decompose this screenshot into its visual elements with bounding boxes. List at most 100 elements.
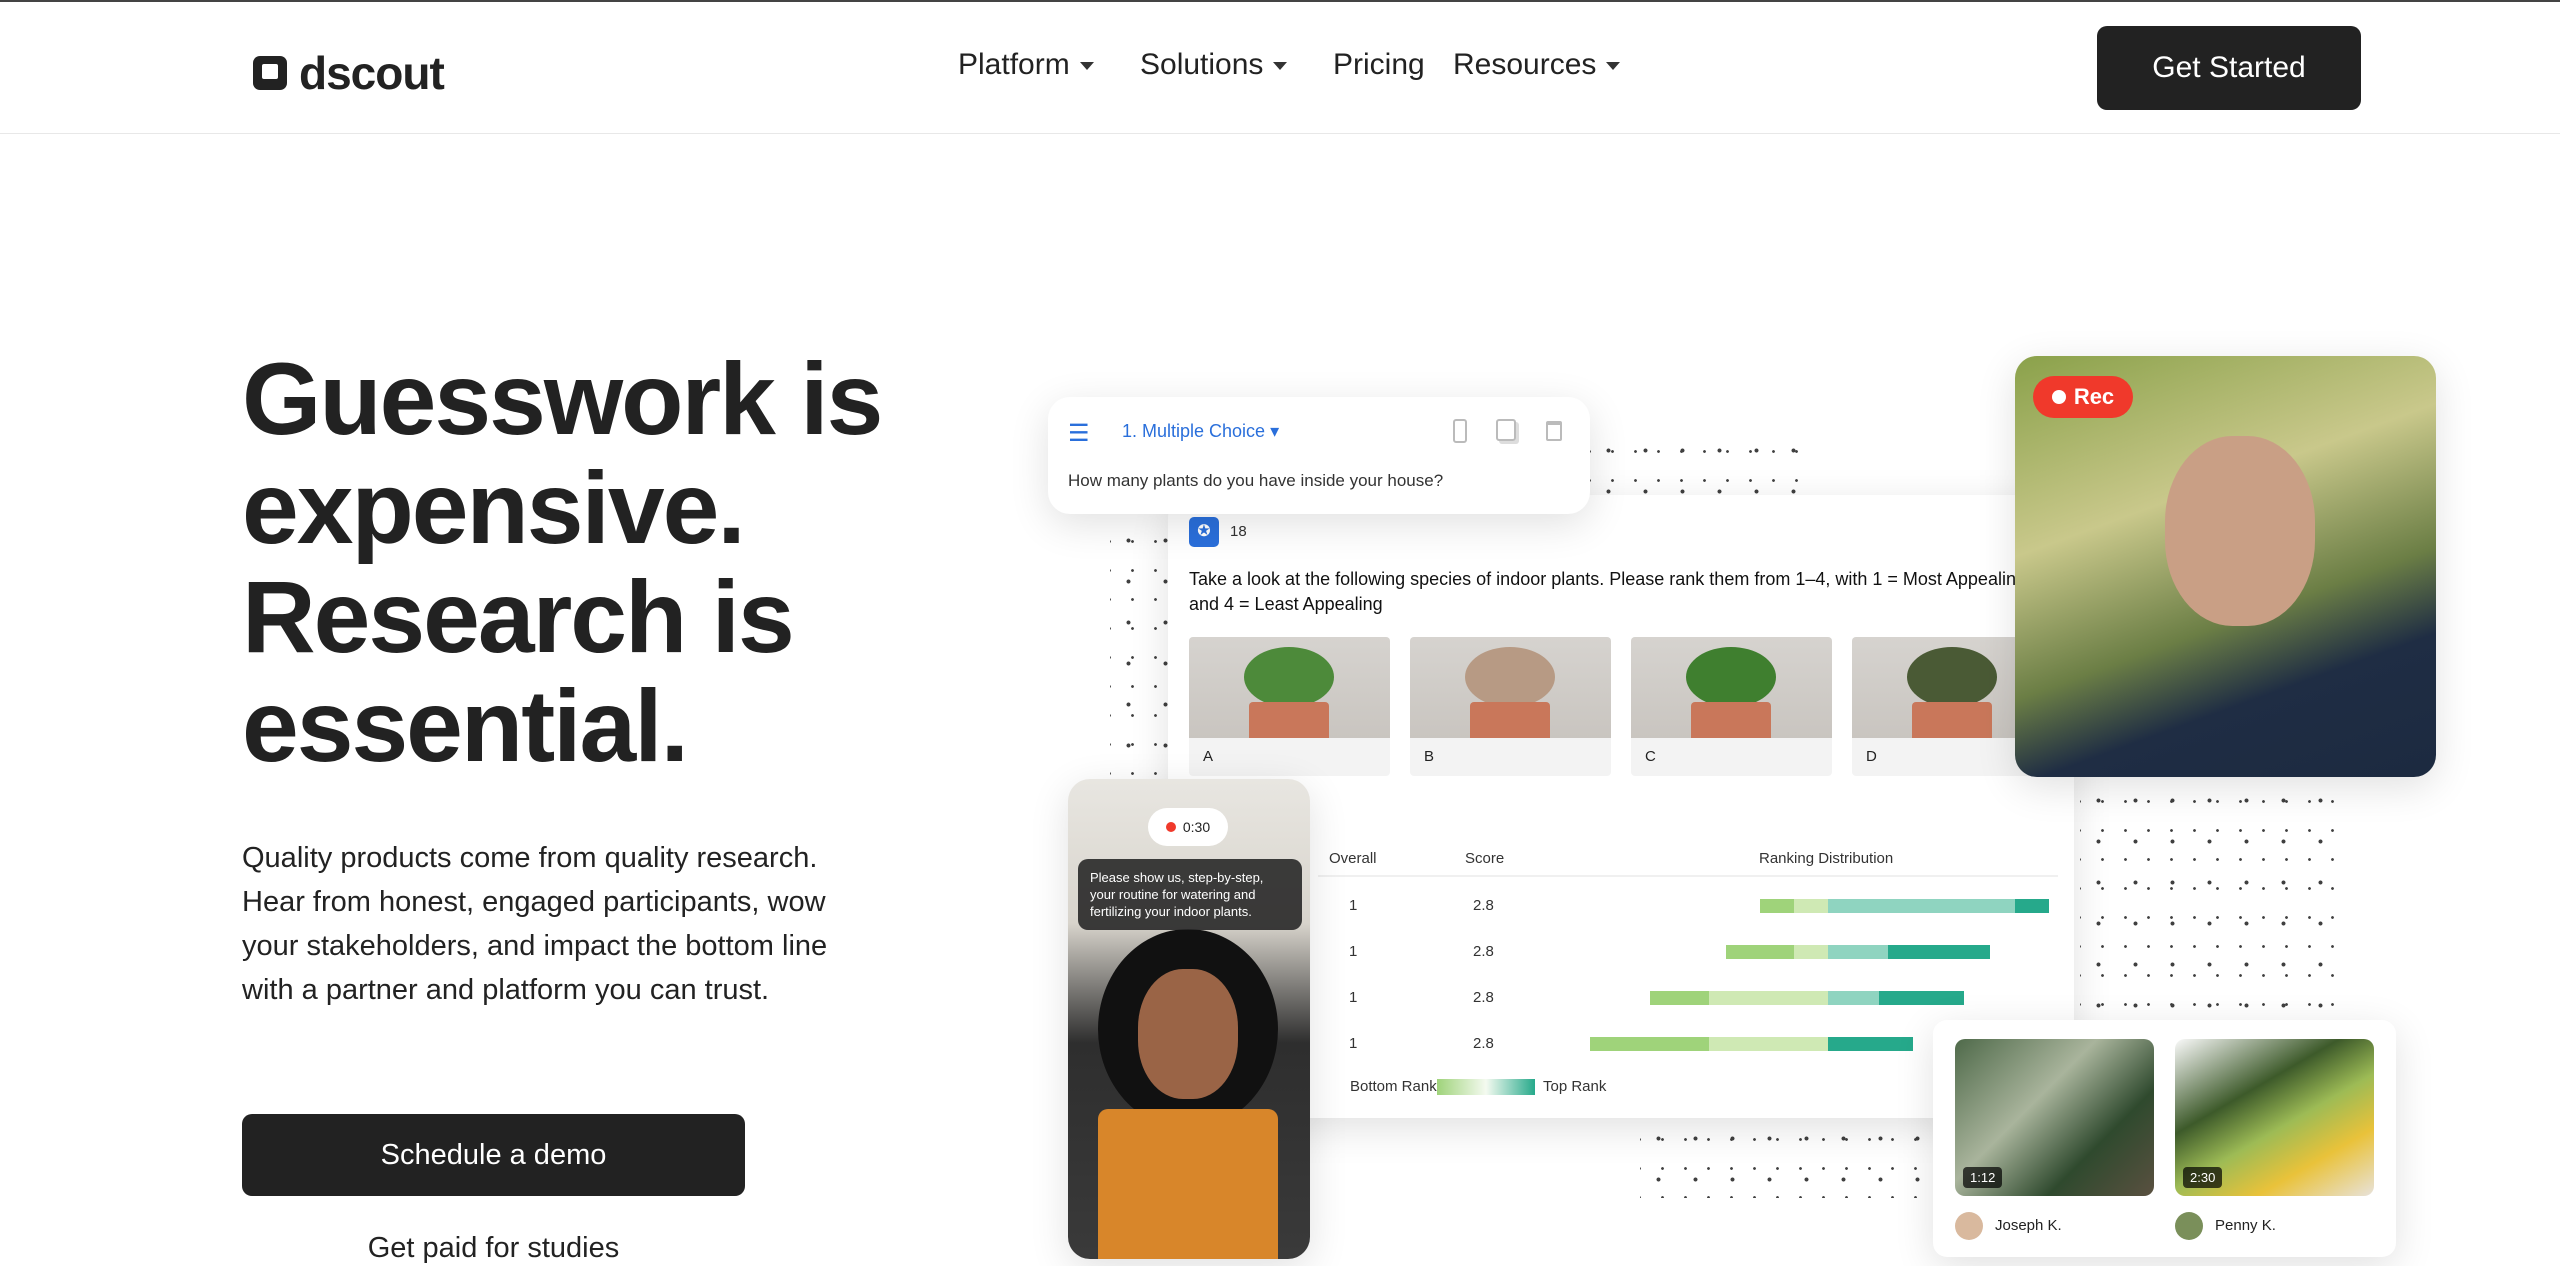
avatar <box>1955 1212 1983 1240</box>
badge-count: 18 <box>1230 523 1247 540</box>
video-duration: 1:12 <box>1963 1167 2003 1188</box>
site-header: dscout Platform Solutions Pricing Resour… <box>0 0 2560 134</box>
score-value: 2.8 <box>1473 989 1494 1006</box>
phone-video[interactable]: 0:30 Please show us, step-by-step, your … <box>1068 779 1310 1259</box>
caret-down-icon: ▾ <box>1270 421 1280 441</box>
question-type: 1. Multiple Choice <box>1122 421 1266 441</box>
divider <box>1318 875 2058 877</box>
rec-dot-icon <box>2051 390 2066 404</box>
plant-option[interactable]: A <box>1189 637 1390 776</box>
distribution-segment <box>1794 899 1828 913</box>
plant-pot <box>1912 702 1992 738</box>
timer: 0:30 <box>1182 819 1211 835</box>
distribution-segment <box>1709 991 1828 1005</box>
plant-leaves <box>1465 647 1555 707</box>
video-thumb[interactable]: 2:30 <box>2175 1039 2374 1196</box>
logo-text: dscout <box>299 47 445 99</box>
distribution-segment <box>1794 945 1828 959</box>
distribution-segment <box>1887 945 1990 959</box>
overall-value: 1 <box>1349 897 1358 914</box>
plant-leaves <box>1686 647 1776 707</box>
distribution-segment <box>1828 991 1879 1005</box>
logo-icon <box>253 56 287 90</box>
question-card: ☰ 1. Multiple Choice ▾ How many plants d… <box>1048 397 1590 514</box>
copy-icon[interactable] <box>1496 419 1516 441</box>
overall-value: 1 <box>1349 989 1358 1006</box>
plant-pot <box>1691 702 1771 738</box>
distribution-segment <box>1590 1037 1709 1051</box>
question-type-dropdown[interactable]: 1. Multiple Choice ▾ <box>1122 421 1279 442</box>
participant-face <box>2165 436 2315 626</box>
plant-pot <box>1470 702 1550 738</box>
rec-dot-icon <box>1165 822 1176 832</box>
col-overall: Overall <box>1329 850 1377 867</box>
legend-gradient <box>1437 1079 1535 1095</box>
get-started-button[interactable]: Get Started <box>2097 26 2361 110</box>
interview-video[interactable]: Rec <box>2015 356 2436 777</box>
nav-label: Platform <box>958 48 1070 81</box>
award-icon: ✪ <box>1189 517 1219 547</box>
nav-label: Solutions <box>1140 48 1264 81</box>
video-list: 1:12 Joseph K. 2:30 Penny K. <box>1933 1020 2396 1257</box>
plant-option[interactable]: B <box>1410 637 1611 776</box>
option-label: B <box>1424 748 1435 765</box>
overalls <box>1098 1109 1278 1259</box>
nav-label: Pricing <box>1333 48 1425 81</box>
schedule-demo-button[interactable]: Schedule a demo <box>242 1114 745 1196</box>
score-value: 2.8 <box>1473 897 1494 914</box>
headline-line: Research is <box>242 560 795 674</box>
option-label: C <box>1645 748 1656 765</box>
caret-down-icon <box>1079 61 1094 77</box>
video-thumb[interactable]: 1:12 <box>1955 1039 2154 1196</box>
distribution-segment <box>2015 899 2049 913</box>
hero-lead: Quality products come from quality resea… <box>242 842 828 1006</box>
participant-face <box>1138 969 1238 1099</box>
rank-prompt: Take a look at the following species of … <box>1189 569 2026 614</box>
overall-value: 1 <box>1349 1035 1358 1052</box>
logo[interactable]: dscout <box>253 46 445 100</box>
dots-decoration <box>2080 780 2340 1020</box>
headline-line: essential. <box>242 669 689 783</box>
option-label: A <box>1203 748 1214 765</box>
nav-pricing[interactable]: Pricing <box>1333 48 1425 82</box>
mobile-icon[interactable] <box>1453 419 1467 443</box>
trash-icon[interactable] <box>1546 421 1562 441</box>
caret-down-icon <box>1273 61 1288 77</box>
distribution-segment <box>1709 1037 1828 1051</box>
plant-option[interactable]: C <box>1631 637 1832 776</box>
distribution-segment <box>1760 899 1794 913</box>
score-value: 2.8 <box>1473 1035 1494 1052</box>
legend-bottom-rank: Bottom Rank <box>1350 1078 1437 1095</box>
distribution-segment <box>1828 945 1888 959</box>
nav-platform[interactable]: Platform <box>958 48 1094 82</box>
nav-resources[interactable]: Resources <box>1453 48 1621 82</box>
nav-solutions[interactable]: Solutions <box>1140 48 1288 82</box>
dots-decoration <box>1640 1118 1940 1198</box>
headline-line: Guesswork is <box>242 342 883 456</box>
plant-leaves <box>1244 647 1334 707</box>
overall-value: 1 <box>1349 943 1358 960</box>
plant-pot <box>1249 702 1329 738</box>
headline-line: expensive. <box>242 451 746 565</box>
rec-badge: Rec <box>2033 376 2133 418</box>
distribution-segment <box>1726 945 1794 959</box>
avatar <box>2175 1212 2203 1240</box>
legend-top-rank: Top Rank <box>1543 1078 1607 1095</box>
get-paid-link[interactable]: Get paid for studies <box>242 1232 745 1265</box>
caret-down-icon <box>1606 61 1621 77</box>
rec-label: Rec <box>2073 384 2115 409</box>
dots-decoration <box>1110 520 1170 780</box>
plant-image <box>1189 637 1390 738</box>
participant-name[interactable]: Joseph K. <box>1995 1217 2062 1234</box>
hero-headline: Guesswork is expensive. Research is esse… <box>242 345 942 781</box>
dots-decoration <box>1590 430 1800 500</box>
plant-leaves <box>1907 647 1997 707</box>
col-score: Score <box>1465 850 1505 867</box>
plant-image <box>1631 637 1832 738</box>
distribution-segment <box>1879 991 1964 1005</box>
question-text: How many plants do you have inside your … <box>1068 471 1444 490</box>
distribution-segment <box>1828 1037 1913 1051</box>
plant-image <box>1410 637 1611 738</box>
list-icon[interactable]: ☰ <box>1068 419 1090 448</box>
participant-name[interactable]: Penny K. <box>2215 1217 2276 1234</box>
